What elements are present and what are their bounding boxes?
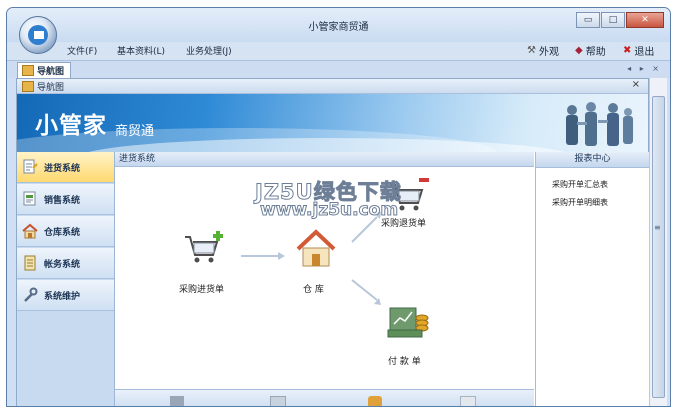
main-content: 进货系统 JZ5U绿色下载 www.jz5u.com 采购进货单 仓 库 采购退… <box>115 152 534 406</box>
close-button[interactable]: ✕ <box>626 12 664 28</box>
vertical-scrollbar[interactable]: ≡ <box>649 78 667 406</box>
grip-icon: ≡ <box>654 223 661 232</box>
maximize-button[interactable]: □ <box>601 12 625 28</box>
help-icon: ◆ <box>575 45 583 56</box>
sidebar-item-purchase[interactable]: 进货系统 <box>17 152 114 183</box>
folder-icon <box>22 65 34 76</box>
window-controls: ▭ □ ✕ <box>575 12 664 28</box>
list-icon[interactable] <box>460 396 476 406</box>
sidebar-item-warehouse[interactable]: 仓库系统 <box>17 216 114 247</box>
purchase-order-label[interactable]: 采购进货单 <box>179 282 224 295</box>
business-people-image <box>566 102 633 146</box>
sidebar-item-label: 系统维护 <box>44 291 81 302</box>
warehouse-label[interactable]: 仓 库 <box>303 282 324 295</box>
brand-banner: 小管家 商贸通 <box>17 94 648 152</box>
wrench-icon <box>22 287 38 303</box>
arrow-order-to-warehouse <box>241 252 285 260</box>
app-window: 小管家商贸通 ▭ □ ✕ 文件(F) 基本资料(L) 业务处理(J) ⚒ 外观 … <box>6 7 671 407</box>
sidebar-item-accounts[interactable]: 帐务系统 <box>17 248 114 279</box>
title-bar: 小管家商贸通 ▭ □ ✕ <box>7 8 670 42</box>
arrow-warehouse-to-payment <box>351 279 381 305</box>
panel-close-button[interactable]: × <box>632 79 640 90</box>
sidebar-item-label: 进货系统 <box>44 163 81 174</box>
brand-title: 小管家 <box>35 112 107 139</box>
module-sidebar: 进货系统 销售系统 仓库系统 帐务系统 系统维护 <box>17 152 115 406</box>
menu-bar: 文件(F) 基本资料(L) 业务处理(J) ⚒ 外观 ◆ 帮助 ✖ 退出 <box>7 42 670 60</box>
scrollbar-thumb[interactable] <box>652 96 665 398</box>
report-purchase-summary-link[interactable]: 采购开单汇总表 <box>552 179 608 190</box>
window-title: 小管家商贸通 <box>308 22 369 33</box>
sidebar-item-label: 帐务系统 <box>44 259 81 270</box>
menu-business[interactable]: 业务处理(J) <box>186 44 232 57</box>
sidebar-item-label: 仓库系统 <box>44 227 81 238</box>
cart-icon[interactable] <box>185 231 223 263</box>
watermark-url: www.jz5u.com <box>259 200 399 221</box>
warehouse-icon <box>22 223 38 239</box>
exit-icon: ✖ <box>623 45 632 56</box>
purchase-return-label[interactable]: 采购退货单 <box>381 216 426 229</box>
minimize-button[interactable]: ▭ <box>576 12 600 28</box>
sales-doc-icon <box>22 191 38 207</box>
sidebar-item-maintenance[interactable]: 系统维护 <box>17 280 114 311</box>
purchase-doc-icon <box>22 159 38 175</box>
sidebar-item-label: 销售系统 <box>44 195 81 206</box>
appearance-menu[interactable]: ⚒ 外观 <box>527 43 559 58</box>
tab-scroll-controls[interactable]: ◂ ▸ × <box>627 64 662 73</box>
exit-menu[interactable]: ✖ 退出 <box>623 43 654 58</box>
help-menu[interactable]: ◆ 帮助 <box>575 43 606 58</box>
menu-basic-data[interactable]: 基本资料(L) <box>117 44 165 57</box>
document-icon[interactable] <box>270 396 286 406</box>
report-icon[interactable] <box>170 396 184 406</box>
tab-strip: 导航图 ◂ ▸ × <box>7 60 670 78</box>
navigation-panel: 导航图 × 小管家 商贸通 进货系统 销售系统 仓库系统 帐务系统 系统维护 进… <box>16 78 649 406</box>
panel-title: 导航图 <box>37 82 65 93</box>
help-label: 帮助 <box>585 47 606 58</box>
ledger-icon <box>22 255 38 271</box>
brand-subtitle: 商贸通 <box>115 124 155 139</box>
tab-navigation-label: 导航图 <box>37 67 65 77</box>
warehouse-house-icon[interactable] <box>296 229 336 267</box>
tools-icon: ⚒ <box>527 45 536 56</box>
report-purchase-detail-link[interactable]: 采购开单明细表 <box>552 197 608 208</box>
folder-icon <box>22 80 34 92</box>
app-logo-button[interactable] <box>19 16 57 54</box>
report-center: 报表中心 采购开单汇总表 采购开单明细表 <box>535 152 649 406</box>
tab-navigation[interactable]: 导航图 <box>17 62 72 78</box>
payment-money-icon[interactable] <box>387 307 429 338</box>
payment-label[interactable]: 付 款 单 <box>388 354 421 367</box>
shortcut-bar <box>115 389 534 406</box>
sidebar-item-sales[interactable]: 销售系统 <box>17 184 114 215</box>
report-center-heading: 报表中心 <box>536 152 649 168</box>
panel-header: 导航图 × <box>17 79 648 94</box>
section-heading: 进货系统 <box>115 152 534 167</box>
appearance-label: 外观 <box>538 47 559 58</box>
box-icon[interactable] <box>368 396 382 406</box>
menu-file[interactable]: 文件(F) <box>67 44 97 57</box>
exit-label: 退出 <box>634 47 655 58</box>
